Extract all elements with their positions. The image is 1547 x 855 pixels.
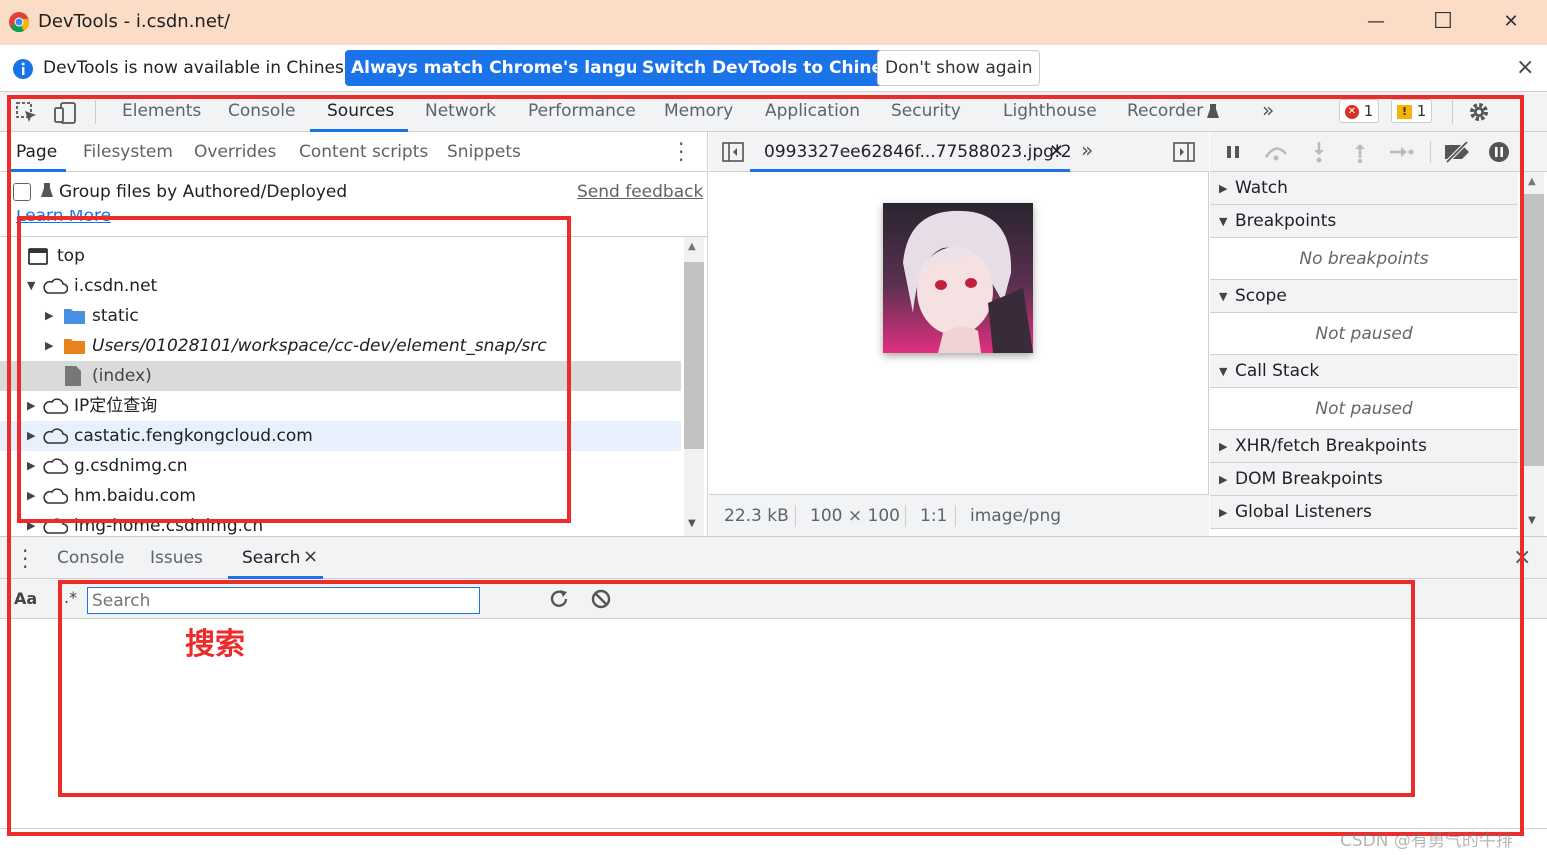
infobar-close-button[interactable]: × [1516, 55, 1534, 80]
language-infobar: DevTools is now available in Chinese! Al… [0, 45, 1547, 92]
infobar-message: DevTools is now available in Chinese! [43, 58, 362, 78]
dont-show-again-button[interactable]: Don't show again [877, 50, 1041, 86]
watermark: CSDN @有勇气的牛排 [1340, 831, 1513, 851]
always-match-language-button[interactable]: Always match Chrome's language [345, 50, 680, 86]
switch-to-chinese-button[interactable]: Switch DevTools to Chinese [636, 50, 911, 86]
maximize-button[interactable]: ☐ [1431, 10, 1455, 34]
minimize-button[interactable]: — [1364, 10, 1388, 34]
window-titlebar: DevTools - i.csdn.net/ — ☐ ✕ [0, 0, 1547, 45]
annotation-search-box [58, 580, 1415, 797]
scroll-down-icon[interactable]: ▼ [1528, 515, 1536, 526]
window-title: DevTools - i.csdn.net/ [38, 11, 231, 32]
info-icon [13, 59, 33, 79]
debugger-scrollbar[interactable]: ▲ ▼ [1524, 172, 1544, 536]
annotation-file-tree-box [17, 216, 571, 523]
scrollbar-thumb[interactable] [1524, 194, 1544, 466]
scroll-up-icon[interactable]: ▲ [1528, 176, 1536, 187]
chrome-icon [9, 12, 30, 33]
close-window-button[interactable]: ✕ [1499, 10, 1523, 34]
